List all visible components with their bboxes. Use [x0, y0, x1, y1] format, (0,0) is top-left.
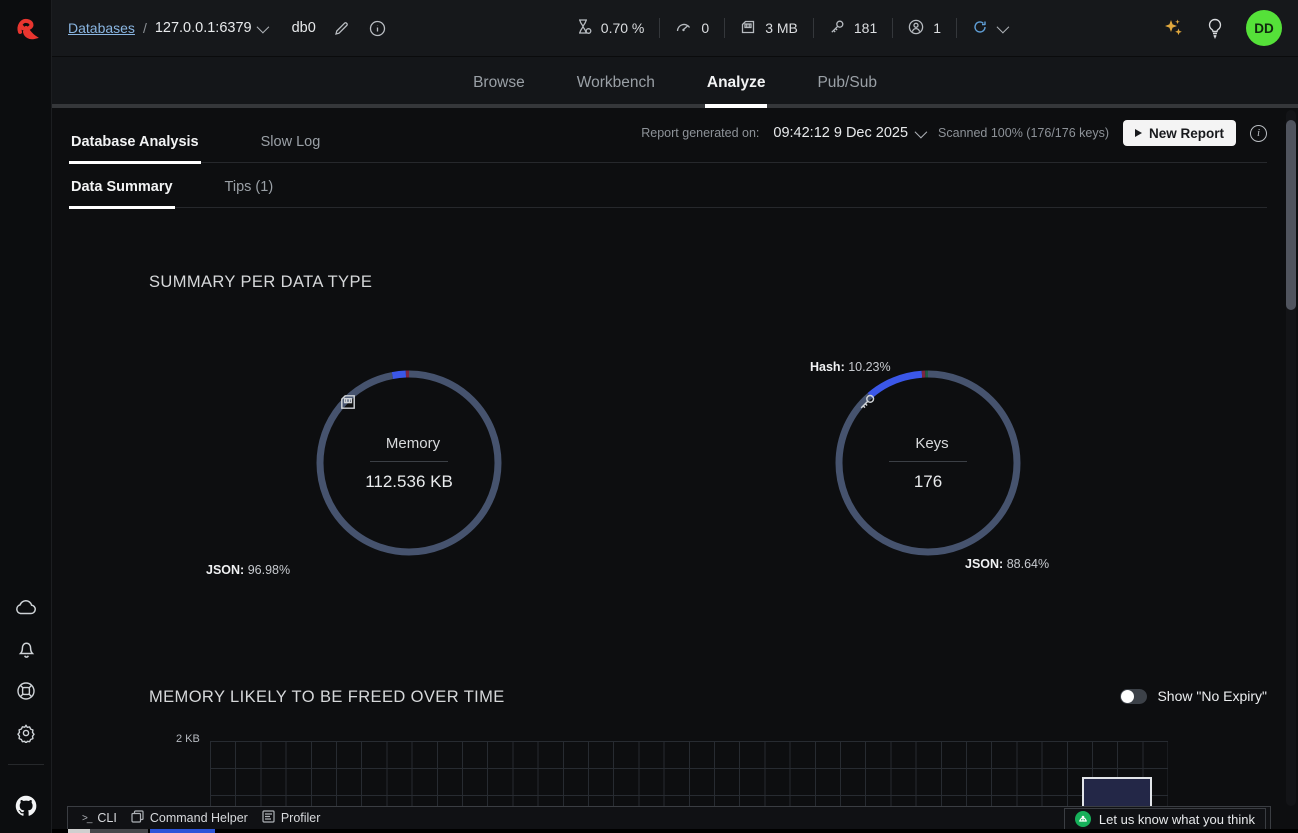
redis-logo-icon[interactable] [0, 12, 52, 46]
scanned-status: Scanned 100% (176/176 keys) [938, 126, 1109, 140]
expiry-section-title: MEMORY LIKELY TO BE FREED OVER TIME [149, 688, 505, 707]
analysis-content: Database Analysis Slow Log Report genera… [52, 108, 1298, 806]
keys-hash-callout: Hash: 10.23% [810, 360, 891, 374]
no-expiry-toggle[interactable] [1120, 689, 1147, 704]
memory-icon [740, 19, 756, 38]
tab-analyze[interactable]: Analyze [705, 57, 768, 108]
tab-browse[interactable]: Browse [471, 57, 527, 108]
databases-link[interactable]: Databases [68, 20, 135, 36]
scrollbar-track[interactable] [1286, 110, 1296, 806]
memory-donut-chart: Memory 112.536 KB [316, 370, 502, 556]
command-helper-button[interactable]: Command Helper [131, 810, 248, 826]
analysis-info-icon[interactable]: i [1250, 125, 1267, 142]
chevron-down-icon [997, 20, 1010, 33]
metric-cpu: 0.70 % [561, 18, 660, 38]
no-expiry-toggle-label: Show "No Expiry" [1157, 688, 1267, 704]
keys-json-callout: JSON: 88.64% [965, 557, 1049, 571]
notifications-bell-icon[interactable] [0, 628, 52, 670]
donut-center-label: Memory [386, 435, 440, 452]
redisinsight-app: Databases / 127.0.0.1:6379 db0 0.70 % [0, 0, 1298, 833]
chevron-down-icon [915, 125, 928, 138]
keys-donut-chart: Keys 176 [835, 370, 1021, 556]
tips-lightbulb-icon[interactable] [1206, 17, 1224, 39]
metric-keys: 181 [814, 19, 892, 38]
report-generated-label: Report generated on: [641, 126, 759, 140]
profiler-button[interactable]: Profiler [262, 810, 321, 826]
host-selector[interactable]: 127.0.0.1:6379 [155, 20, 266, 36]
refresh-control[interactable] [957, 19, 1021, 38]
expiry-bar-chart [210, 741, 1168, 806]
top-header: Databases / 127.0.0.1:6379 db0 0.70 % [52, 0, 1298, 57]
cli-button[interactable]: >_ CLI [82, 811, 117, 825]
profiler-icon [262, 810, 275, 826]
terminal-icon: >_ [82, 813, 91, 824]
user-avatar[interactable]: DD [1246, 10, 1282, 46]
donut-center-value: 176 [914, 472, 942, 492]
donut-center-label: Keys [915, 435, 948, 452]
metric-clients: 1 [893, 19, 956, 38]
bottom-tools-bar: >_ CLI Command Helper Profiler Let us kn… [67, 806, 1271, 829]
cutoff-segment [150, 829, 215, 833]
y-axis-tick-2kb: 2 KB [176, 733, 200, 745]
tab-pubsub[interactable]: Pub/Sub [815, 57, 878, 108]
expiry-bar[interactable] [1082, 777, 1152, 806]
clients-icon [908, 19, 924, 38]
commands-gauge-icon [675, 20, 692, 37]
no-expiry-toggle-row: Show "No Expiry" [1120, 688, 1267, 704]
edit-pencil-icon[interactable] [334, 21, 349, 36]
breadcrumb: Databases / 127.0.0.1:6379 db0 [68, 20, 386, 37]
db-info-icon[interactable] [369, 20, 386, 37]
report-controls: Report generated on: 09:42:12 9 Dec 2025… [641, 120, 1267, 146]
cutoff-segment [68, 829, 90, 833]
analysis-sub-tabs: Data Summary Tips (1) [69, 166, 1267, 208]
metric-commands: 0 [660, 20, 724, 37]
settings-gear-icon[interactable] [0, 712, 52, 754]
github-icon[interactable] [0, 779, 52, 833]
help-life-buoy-icon[interactable] [0, 670, 52, 712]
chevron-down-icon [256, 20, 269, 33]
feedback-button[interactable]: Let us know what you think [1064, 808, 1266, 829]
memory-json-callout: JSON: 96.98% [206, 563, 290, 577]
copilot-sparkles-icon[interactable] [1162, 17, 1184, 39]
nav-tabs-row: Browse Workbench Analyze Pub/Sub [52, 57, 1298, 108]
tab-data-summary[interactable]: Data Summary [69, 166, 175, 207]
cutoff-segment [90, 829, 148, 833]
report-date-selector[interactable]: 09:42:12 9 Dec 2025 [773, 125, 924, 141]
refresh-icon [972, 19, 988, 38]
donut-divider [889, 461, 967, 462]
scrollbar-thumb[interactable] [1286, 120, 1296, 310]
feedback-bug-icon [1075, 811, 1091, 827]
tab-workbench[interactable]: Workbench [575, 57, 657, 108]
db-metrics: 0.70 % 0 3 MB 181 [561, 18, 1021, 38]
metric-memory: 3 MB [725, 19, 813, 38]
new-report-button[interactable]: New Report [1123, 120, 1236, 146]
breadcrumb-separator: / [143, 20, 147, 36]
keys-icon [829, 19, 845, 38]
tab-tips[interactable]: Tips (1) [223, 166, 276, 207]
cpu-usage-icon [576, 18, 592, 38]
command-helper-icon [131, 810, 144, 826]
tab-slow-log[interactable]: Slow Log [259, 118, 323, 162]
donut-divider [370, 461, 448, 462]
cutoff-panel-strip [0, 829, 1298, 833]
cloud-icon[interactable] [0, 586, 52, 628]
summary-section-title: SUMMARY PER DATA TYPE [149, 273, 372, 292]
left-sidebar [0, 0, 52, 833]
db-name: db0 [292, 20, 316, 36]
play-icon [1135, 129, 1142, 137]
donut-center-value: 112.536 KB [365, 472, 453, 492]
sidebar-divider [8, 764, 44, 765]
tab-database-analysis[interactable]: Database Analysis [69, 118, 201, 162]
toggle-knob [1121, 690, 1134, 703]
